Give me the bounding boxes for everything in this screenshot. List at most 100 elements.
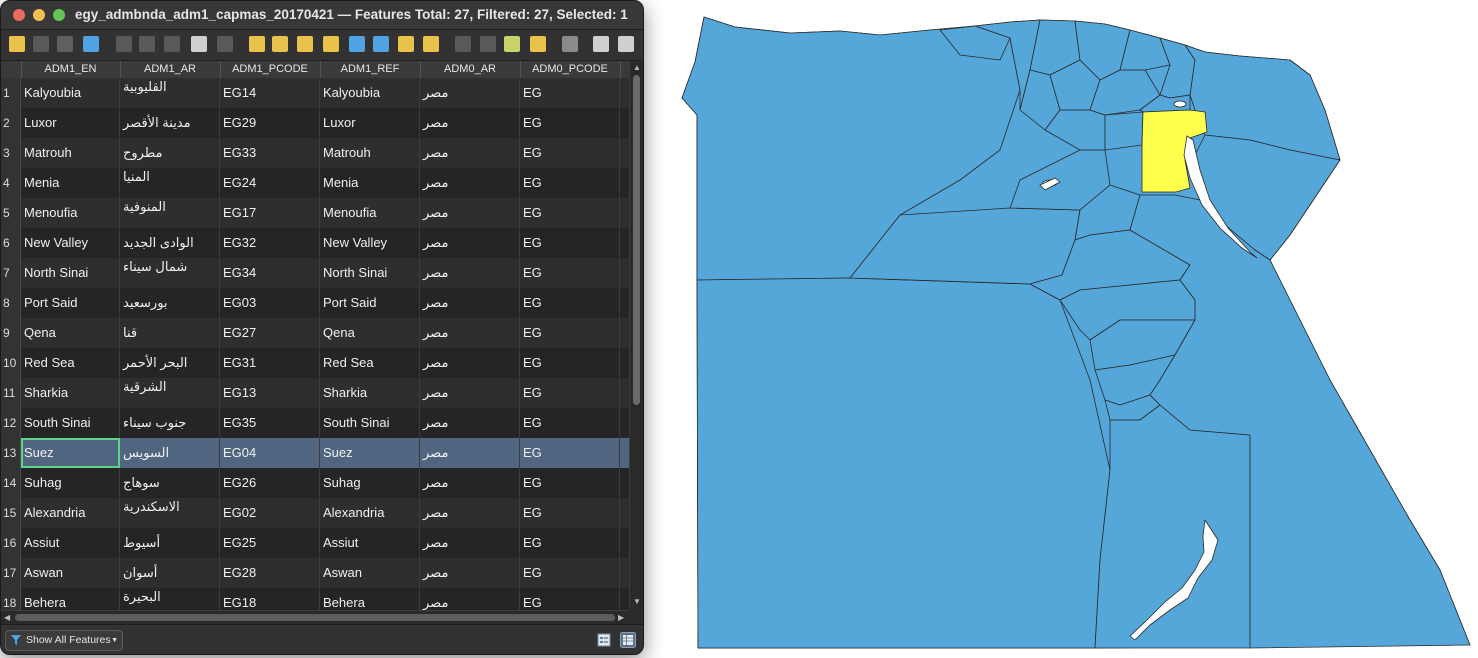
cell-adm1-ref[interactable]: Behera (320, 588, 420, 610)
cell-adm0-pcode[interactable]: EG (520, 558, 620, 588)
cell-adm1-ar[interactable]: شمال سيناء (120, 258, 220, 288)
cell-adm0-ar[interactable]: مصر (420, 468, 520, 498)
row-number[interactable]: 15 (1, 498, 21, 528)
invert-selection-icon[interactable] (297, 36, 313, 52)
attribute-table[interactable]: 1 Kalyoubia القليوبية EG14 Kalyoubia مصر EG 2 Lu… (1, 78, 629, 610)
cell-adm1-pcode[interactable]: EG26 (220, 468, 320, 498)
cell-adm1-pcode[interactable]: EG24 (220, 168, 320, 198)
column-header-adm1-en[interactable]: ADM1_EN (21, 61, 121, 78)
row-number[interactable]: 11 (1, 378, 21, 408)
table-row[interactable]: 6 New Valley الوادى الجديد EG32 New Valley مص… (1, 228, 629, 258)
cell-adm1-ref[interactable]: Menoufia (320, 198, 420, 228)
copy-icon[interactable] (191, 36, 207, 52)
cell-adm0-pcode[interactable]: EG (520, 168, 620, 198)
table-row[interactable]: 5 Menoufia المنوفية EG17 Menoufia مصر EG (1, 198, 629, 228)
row-number[interactable]: 4 (1, 168, 21, 198)
cell-adm1-en[interactable]: Suhag (21, 468, 120, 498)
cell-adm1-en[interactable]: Alexandria (21, 498, 120, 528)
cell-adm1-ref[interactable]: North Sinai (320, 258, 420, 288)
table-row[interactable]: 1 Kalyoubia القليوبية EG14 Kalyoubia مصر EG (1, 78, 629, 108)
cell-adm0-ar[interactable]: مصر (420, 258, 520, 288)
cell-adm0-ar[interactable]: مصر (420, 138, 520, 168)
cell-adm1-ar[interactable]: جنوب سيناء (120, 408, 220, 438)
scroll-right-arrow-icon[interactable]: ▶ (618, 613, 624, 623)
cell-adm0-pcode[interactable]: EG (520, 468, 620, 498)
cell-adm1-pcode[interactable]: EG31 (220, 348, 320, 378)
row-number[interactable]: 14 (1, 468, 21, 498)
cell-adm1-pcode[interactable]: EG33 (220, 138, 320, 168)
cell-adm0-pcode[interactable]: EG (520, 528, 620, 558)
form-view-icon[interactable] (597, 633, 611, 647)
deselect-all-icon[interactable] (323, 36, 339, 52)
show-all-features-dropdown[interactable]: Show All Features ▼ (5, 630, 123, 651)
cell-adm1-pcode[interactable]: EG18 (220, 588, 320, 610)
row-number[interactable]: 13 (1, 438, 21, 468)
cell-adm1-pcode[interactable]: EG02 (220, 498, 320, 528)
cell-adm0-ar[interactable]: مصر (420, 378, 520, 408)
column-header-adm1-pcode[interactable]: ADM1_PCODE (220, 61, 321, 78)
cell-adm0-ar[interactable]: مصر (420, 318, 520, 348)
row-number[interactable]: 8 (1, 288, 21, 318)
cell-adm0-ar[interactable]: مصر (420, 408, 520, 438)
toggle-multi-edit-icon[interactable] (33, 36, 49, 52)
cell-adm0-ar[interactable]: مصر (420, 588, 520, 610)
cell-adm0-ar[interactable]: مصر (420, 558, 520, 588)
select-all-icon[interactable] (272, 36, 288, 52)
cell-adm1-ar[interactable]: السويس (120, 438, 220, 468)
row-number[interactable]: 3 (1, 138, 21, 168)
cell-adm1-ref[interactable]: New Valley (320, 228, 420, 258)
scroll-up-arrow-icon[interactable]: ▲ (633, 63, 641, 73)
row-number[interactable]: 2 (1, 108, 21, 138)
cell-adm1-ref[interactable]: Qena (320, 318, 420, 348)
table-row[interactable]: 10 Red Sea البحر الأحمر EG31 Red Sea مصر EG (1, 348, 629, 378)
dock-icon[interactable] (593, 36, 609, 52)
add-feature-icon[interactable] (116, 36, 132, 52)
table-row[interactable]: 8 Port Said بورسعيد EG03 Port Said مصر EG (1, 288, 629, 318)
cell-adm1-ar[interactable]: مدينة الأقصر (120, 108, 220, 138)
cell-adm1-ar[interactable]: بورسعيد (120, 288, 220, 318)
actions-icon[interactable] (562, 36, 578, 52)
cell-adm1-en[interactable]: Luxor (21, 108, 120, 138)
cell-adm0-pcode[interactable]: EG (520, 198, 620, 228)
cell-adm1-ar[interactable]: البحيرة (120, 588, 220, 610)
cell-adm1-ref[interactable]: Alexandria (320, 498, 420, 528)
filter-select-icon[interactable] (349, 36, 365, 52)
cell-adm1-en[interactable]: Behera (21, 588, 120, 610)
cell-adm1-ar[interactable]: أسيوط (120, 528, 220, 558)
table-row[interactable]: 11 Sharkia الشرقية EG13 Sharkia مصر EG (1, 378, 629, 408)
cell-adm1-ar[interactable]: قنا (120, 318, 220, 348)
cell-adm1-ref[interactable]: Luxor (320, 108, 420, 138)
cell-adm0-ar[interactable]: مصر (420, 348, 520, 378)
cell-adm0-pcode[interactable]: EG (520, 588, 620, 610)
cell-adm0-pcode[interactable]: EG (520, 318, 620, 348)
scroll-left-arrow-icon[interactable]: ◀ (4, 613, 10, 623)
table-row[interactable]: 15 Alexandria الاسكندرية EG02 Alexandria مصر E… (1, 498, 629, 528)
cell-adm0-ar[interactable]: مصر (420, 288, 520, 318)
delete-field-icon[interactable] (480, 36, 496, 52)
cell-adm1-ar[interactable]: البحر الأحمر (120, 348, 220, 378)
cell-adm0-pcode[interactable]: EG (520, 378, 620, 408)
cell-adm1-en[interactable]: North Sinai (21, 258, 120, 288)
conditional-formatting-icon[interactable] (530, 36, 546, 52)
cell-adm1-en[interactable]: Red Sea (21, 348, 120, 378)
cell-adm1-pcode[interactable]: EG29 (220, 108, 320, 138)
cell-adm1-en[interactable]: Assiut (21, 528, 120, 558)
cell-adm1-ref[interactable]: Aswan (320, 558, 420, 588)
cell-adm1-en[interactable]: Qena (21, 318, 120, 348)
cell-adm1-pcode[interactable]: EG27 (220, 318, 320, 348)
cell-adm0-pcode[interactable]: EG (520, 498, 620, 528)
more-options-icon[interactable] (618, 36, 634, 52)
title-bar[interactable]: egy_admbnda_adm1_capmas_20170421 — Featu… (1, 1, 643, 30)
minimize-window-button[interactable] (33, 9, 45, 21)
row-number[interactable]: 17 (1, 558, 21, 588)
reload-table-icon[interactable] (83, 36, 99, 52)
vertical-scrollbar[interactable]: ▲ ▼ (629, 61, 643, 609)
table-row[interactable]: 13 Suez السويس EG04 Suez مصر EG (1, 438, 629, 468)
cell-adm1-en[interactable]: Kalyoubia (21, 78, 120, 108)
row-number[interactable]: 18 (1, 588, 21, 610)
cell-adm0-pcode[interactable]: EG (520, 348, 620, 378)
row-number[interactable]: 12 (1, 408, 21, 438)
paste-icon[interactable] (217, 36, 233, 52)
cell-adm0-ar[interactable]: مصر (420, 498, 520, 528)
delete-feature-icon[interactable] (139, 36, 155, 52)
